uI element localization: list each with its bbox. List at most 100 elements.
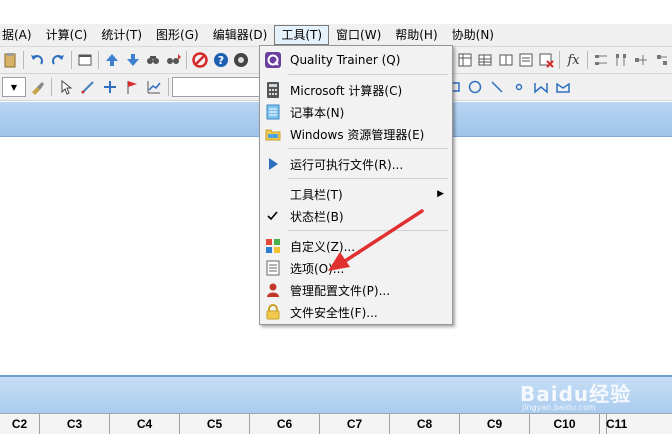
menu-item-label: 工具栏(T): [290, 187, 343, 202]
paste-icon[interactable]: [1, 50, 19, 70]
point-tool-icon[interactable]: [509, 77, 529, 97]
arrow-down-icon[interactable]: [123, 50, 141, 70]
notepad-icon: [264, 103, 282, 121]
assistant-icon[interactable]: [232, 50, 250, 70]
undo-icon[interactable]: [28, 50, 46, 70]
menu-item-explorer[interactable]: Windows 资源管理器(E): [260, 123, 450, 145]
ellipse-tool-icon[interactable]: [465, 77, 485, 97]
menu-item-label: 运行可执行文件(R)...: [290, 157, 404, 172]
menu-item-toolbars[interactable]: 工具栏(T) ▶: [260, 183, 450, 205]
calculator-icon: [264, 81, 282, 99]
zoom-dropdown[interactable]: ▼: [2, 77, 26, 97]
menu-item-label: 记事本(N): [290, 105, 345, 120]
list-icon[interactable]: [517, 50, 535, 70]
menu-tools[interactable]: 工具(T): [274, 25, 330, 45]
menu-item-file-security[interactable]: 文件安全性(F)...: [260, 301, 450, 323]
layout-icon[interactable]: [632, 50, 650, 70]
tools-menu: Quality Trainer (Q) Microsoft 计算器(C) 记事本…: [259, 45, 453, 325]
menu-item-manage-profiles[interactable]: 管理配置文件(P)...: [260, 279, 450, 301]
menu-editor[interactable]: 编辑器(D): [206, 25, 275, 45]
toolbar-separator: [51, 78, 52, 96]
menu-item-label: 文件安全性(F)...: [290, 305, 378, 320]
lock-icon: [264, 303, 282, 321]
help-icon[interactable]: ?: [212, 50, 230, 70]
layout-icon[interactable]: [592, 50, 610, 70]
menu-item-label: 管理配置文件(P)...: [290, 283, 391, 298]
find-next-icon[interactable]: [164, 50, 182, 70]
options-icon: [264, 259, 282, 277]
menu-help[interactable]: 帮助(H): [388, 25, 444, 45]
toolbar-separator: [168, 78, 169, 96]
annotation-arrow: [328, 209, 424, 271]
flag-icon[interactable]: [122, 77, 142, 97]
pen-icon[interactable]: [78, 77, 98, 97]
toolbar-separator: [98, 51, 100, 69]
menu-item-label: Microsoft 计算器(C): [290, 83, 403, 98]
check-icon: [264, 207, 282, 225]
chart-icon[interactable]: [144, 77, 164, 97]
table-icon[interactable]: [476, 50, 494, 70]
column-header[interactable]: C8: [390, 414, 460, 434]
line-tool-icon[interactable]: [487, 77, 507, 97]
function-label: fx: [567, 52, 580, 68]
window-top-strip: [0, 0, 672, 24]
menu-item-calculator[interactable]: Microsoft 计算器(C): [260, 79, 450, 101]
baidu-watermark: Baidu经验 jingyan.baidu.com: [520, 376, 670, 412]
toolbar-separator: [559, 51, 561, 69]
menu-item-run-executable[interactable]: 运行可执行文件(R)...: [260, 153, 450, 175]
folder-icon: [264, 125, 282, 143]
close-sheet-icon[interactable]: [537, 50, 555, 70]
column-header[interactable]: C3: [40, 414, 110, 434]
window-icon[interactable]: [76, 50, 94, 70]
menubar: 据(A) 计算(C) 统计(T) 图形(G) 编辑器(D) 工具(T) 窗口(W…: [0, 24, 672, 47]
menu-item-label: Windows 资源管理器(E): [290, 127, 425, 142]
column-header[interactable]: C6: [250, 414, 320, 434]
chevron-down-icon: ▼: [10, 82, 18, 92]
menu-data[interactable]: 据(A): [0, 25, 39, 45]
toolbar-separator: [70, 51, 72, 69]
cancel-icon[interactable]: [191, 50, 209, 70]
menu-item-label: Quality Trainer (Q): [290, 53, 401, 67]
pointer-icon[interactable]: [56, 77, 76, 97]
menu-assist[interactable]: 协助(N): [445, 25, 501, 45]
menu-item-notepad[interactable]: 记事本(N): [260, 101, 450, 123]
polygon-tool-icon[interactable]: [553, 77, 573, 97]
menu-calc[interactable]: 计算(C): [39, 25, 95, 45]
column-header[interactable]: C10: [530, 414, 600, 434]
find-icon[interactable]: [144, 50, 162, 70]
column-header[interactable]: C4: [110, 414, 180, 434]
polyline-tool-icon[interactable]: [531, 77, 551, 97]
customize-icon: [264, 237, 282, 255]
menu-separator: [288, 148, 448, 149]
function-icon[interactable]: fx: [564, 50, 582, 70]
menu-graph[interactable]: 图形(G): [149, 25, 206, 45]
menu-item-quality-trainer[interactable]: Quality Trainer (Q): [260, 49, 450, 71]
menu-window[interactable]: 窗口(W): [329, 25, 388, 45]
quality-trainer-icon: [264, 51, 282, 69]
layout-icon[interactable]: [612, 50, 630, 70]
book-icon[interactable]: [496, 50, 514, 70]
menu-separator: [288, 178, 448, 179]
submenu-arrow-icon: ▶: [437, 189, 444, 199]
layout-icon[interactable]: [653, 50, 671, 70]
column-header[interactable]: C7: [320, 414, 390, 434]
run-icon: [264, 155, 282, 173]
column-header[interactable]: C11: [600, 414, 627, 434]
redo-icon[interactable]: [49, 50, 67, 70]
toolbar-separator: [23, 51, 25, 69]
column-header[interactable]: C9: [460, 414, 530, 434]
toolbar-separator: [186, 51, 188, 69]
svg-text:?: ?: [218, 54, 224, 67]
toolbar-separator: [586, 51, 588, 69]
column-header[interactable]: C2: [0, 414, 40, 434]
arrow-up-icon[interactable]: [103, 50, 121, 70]
brush-icon[interactable]: [27, 77, 47, 97]
menu-stat[interactable]: 统计(T): [94, 25, 149, 45]
menu-separator: [288, 74, 448, 75]
watermark-url: jingyan.baidu.com: [522, 403, 596, 412]
crosshair-icon[interactable]: [100, 77, 120, 97]
sheet-icon[interactable]: [456, 50, 474, 70]
worksheet-column-headers: C2 C3 C4 C5 C6 C7 C8 C9 C10 C11: [0, 413, 672, 434]
profile-icon: [264, 281, 282, 299]
column-header[interactable]: C5: [180, 414, 250, 434]
